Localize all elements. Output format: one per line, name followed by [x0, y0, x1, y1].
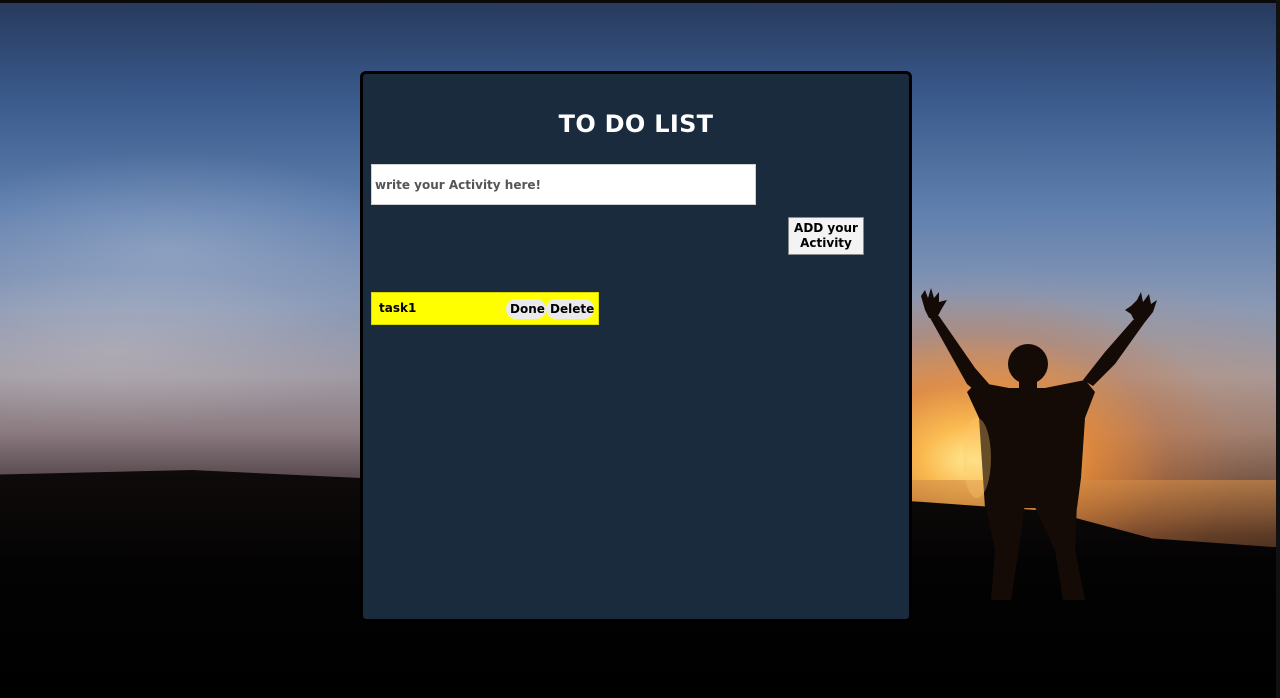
done-button[interactable]: Done [506, 299, 546, 319]
right-edge [1276, 0, 1280, 698]
list-item: task1 Done Delete [371, 292, 599, 325]
todo-panel: TO DO LIST ADD your Activity task1 Done … [360, 71, 912, 622]
activity-input[interactable] [371, 164, 756, 205]
top-border [0, 0, 1280, 3]
background-cloud [0, 270, 380, 430]
page: TO DO LIST ADD your Activity task1 Done … [0, 0, 1280, 698]
add-activity-button[interactable]: ADD your Activity [788, 217, 864, 255]
person-silhouette-icon [921, 288, 1157, 600]
task-list: task1 Done Delete [371, 292, 599, 325]
task-text: task1 [379, 301, 417, 315]
page-title: TO DO LIST [558, 110, 714, 138]
delete-button[interactable]: Delete [546, 299, 594, 319]
